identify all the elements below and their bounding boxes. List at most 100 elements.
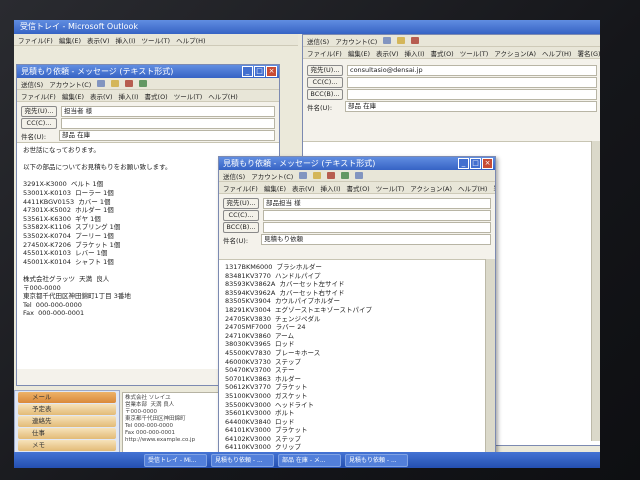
menu-help[interactable]: ヘルプ(H)	[176, 35, 205, 45]
send-button[interactable]: 送信(S)	[307, 36, 329, 46]
menu-format[interactable]: 書式(O)	[145, 91, 168, 101]
save-icon[interactable]	[383, 37, 392, 44]
cc-button[interactable]: CC(C)...	[223, 210, 259, 221]
menu-format[interactable]: 書式(O)	[431, 48, 454, 58]
main-window-titlebar: 受信トレイ - Microsoft Outlook	[14, 20, 600, 34]
taskbar-item-parts-stock[interactable]: 部品 在庫 - メ...	[278, 453, 341, 467]
cc-field[interactable]	[61, 118, 275, 129]
menu-signature[interactable]: 署名(G)	[577, 48, 600, 58]
to-field[interactable]: 部品担当 様	[263, 198, 491, 209]
body-line: 50612KV3770 ブラケット	[225, 383, 308, 392]
main-menubar: ファイル(F) 編集(E) 表示(V) 挿入(I) ツール(T) ヘルプ(H)	[14, 34, 298, 46]
body-line: 24705KV3830 チェンジペダル	[225, 314, 321, 323]
menu-actions[interactable]: アクション(A)	[494, 48, 536, 58]
menu-help[interactable]: ヘルプ(H)	[208, 91, 237, 101]
cc-button[interactable]: CC(C)...	[307, 77, 343, 88]
front-scrollbar[interactable]	[485, 259, 495, 455]
front-window-title: 見積もり依頼 - メッセージ (テキスト形式)	[223, 159, 376, 168]
menu-view[interactable]: 表示(V)	[376, 48, 399, 58]
account-dropdown[interactable]: アカウント(C)	[335, 36, 377, 46]
reading-pane: 株式会社 ソレイユ 営業本部 天満 良人 〒000-0000 東京都千代田区神田錦町 T…	[122, 392, 226, 458]
cc-button[interactable]: CC(C)...	[21, 118, 57, 129]
close-button[interactable]: ×	[482, 158, 493, 169]
nav-tasks[interactable]: 仕事	[18, 428, 116, 439]
to-field[interactable]: 担当者 様	[61, 106, 275, 117]
priority-icon[interactable]	[327, 172, 336, 179]
menu-help[interactable]: ヘルプ(H)	[458, 183, 487, 193]
account-dropdown[interactable]: アカウント(C)	[251, 171, 293, 181]
priority-icon[interactable]	[411, 37, 420, 44]
menu-actions[interactable]: アクション(A)	[410, 183, 452, 193]
to-button[interactable]: 宛先(U)...	[21, 106, 57, 117]
bcc-field[interactable]	[263, 222, 491, 233]
menu-format[interactable]: 書式(O)	[347, 183, 370, 193]
menu-insert[interactable]: 挿入(I)	[116, 35, 136, 45]
reading-line: http://www.example.co.jp	[125, 437, 196, 443]
menu-file[interactable]: ファイル(F)	[21, 91, 56, 101]
menu-file[interactable]: ファイル(F)	[223, 183, 258, 193]
left-window-titlebar: 見積もり依頼 - メッセージ (テキスト形式) _ □ ×	[17, 65, 279, 78]
options-icon[interactable]	[355, 172, 364, 179]
subject-label: 件名(U):	[21, 132, 47, 141]
save-icon[interactable]	[299, 172, 308, 179]
menu-view[interactable]: 表示(V)	[90, 91, 113, 101]
attach-icon[interactable]	[313, 172, 322, 179]
save-icon[interactable]	[97, 80, 106, 87]
subject-field[interactable]: 部品 在庫	[59, 130, 275, 141]
menu-file[interactable]: ファイル(F)	[18, 35, 53, 45]
menu-edit[interactable]: 編集(E)	[264, 183, 286, 193]
menu-help[interactable]: ヘルプ(H)	[542, 48, 571, 58]
flag-icon[interactable]	[341, 172, 350, 179]
send-button[interactable]: 送信(S)	[21, 79, 43, 89]
attach-icon[interactable]	[111, 80, 120, 87]
priority-icon[interactable]	[125, 80, 134, 87]
attach-icon[interactable]	[397, 37, 406, 44]
cc-field[interactable]	[347, 77, 597, 88]
menu-insert[interactable]: 挿入(I)	[405, 48, 425, 58]
nav-calendar[interactable]: 予定表	[18, 404, 116, 415]
account-dropdown[interactable]: アカウント(C)	[49, 79, 91, 89]
bcc-button[interactable]: BCC(B)...	[223, 222, 259, 233]
taskbar-item-quote-request-2[interactable]: 見積もり依頼 - ...	[345, 453, 408, 467]
subject-field[interactable]: 見積もり依頼	[261, 234, 491, 245]
to-button[interactable]: 宛先(U)...	[307, 65, 343, 76]
menu-tools[interactable]: ツール(T)	[142, 35, 171, 45]
menu-insert[interactable]: 挿入(I)	[119, 91, 139, 101]
nav-notes[interactable]: メモ	[18, 440, 116, 451]
body-line: 50470KV3700 ステー	[225, 366, 295, 375]
send-button[interactable]: 送信(S)	[223, 171, 245, 181]
minimize-button[interactable]: _	[458, 158, 469, 169]
close-button[interactable]: ×	[266, 66, 277, 77]
menu-edit[interactable]: 編集(E)	[348, 48, 370, 58]
nav-contacts[interactable]: 連絡先	[18, 416, 116, 427]
menu-edit[interactable]: 編集(E)	[62, 91, 84, 101]
to-button[interactable]: 宛先(U)...	[223, 198, 259, 209]
body-line: 64101KV3000 ブラケット	[225, 426, 308, 435]
bcc-button[interactable]: BCC(B)...	[307, 89, 343, 100]
menu-insert[interactable]: 挿入(I)	[321, 183, 341, 193]
body-line: 45500KV7830 ブレーキホース	[225, 348, 321, 357]
front-message-body[interactable]: 1317BKM6000 ブラシホルダー 83481KV3770 ハンドルパイプ 83…	[219, 259, 493, 457]
main-window-title: 受信トレイ - Microsoft Outlook	[20, 22, 139, 31]
menu-tools[interactable]: ツール(T)	[460, 48, 489, 58]
menu-edit[interactable]: 編集(E)	[59, 35, 81, 45]
to-field[interactable]: consultasio@densai.jp	[347, 65, 597, 76]
minimize-button[interactable]: _	[242, 66, 253, 77]
taskbar-item-quote-request[interactable]: 見積もり依頼 - ...	[211, 453, 274, 467]
maximize-button[interactable]: □	[254, 66, 265, 77]
maximize-button[interactable]: □	[470, 158, 481, 169]
cc-field[interactable]	[263, 210, 491, 221]
menu-view[interactable]: 表示(V)	[292, 183, 315, 193]
menu-tools[interactable]: ツール(T)	[174, 91, 203, 101]
menu-tools[interactable]: ツール(T)	[376, 183, 405, 193]
menu-file[interactable]: ファイル(F)	[307, 48, 342, 58]
menu-view[interactable]: 表示(V)	[87, 35, 110, 45]
nav-mail[interactable]: メール	[18, 392, 116, 403]
bcc-field[interactable]	[347, 89, 597, 100]
taskbar-item-inbox[interactable]: 受信トレイ - Mi...	[144, 453, 207, 467]
left-menubar: ファイル(F) 編集(E) 表示(V) 挿入(I) 書式(O) ツール(T) ヘ…	[17, 90, 279, 102]
flag-icon[interactable]	[139, 80, 148, 87]
right-scrollbar[interactable]	[591, 141, 600, 441]
menu-signature[interactable]: 署名(G)	[493, 183, 495, 193]
subject-field[interactable]: 部品 在庫	[345, 101, 597, 112]
